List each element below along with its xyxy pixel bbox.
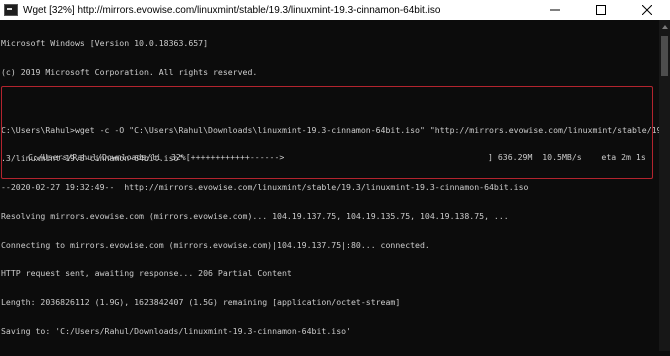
scrollbar-thumb[interactable] [661,36,668,76]
console-line: Connecting to mirrors.evowise.com (mirro… [1,240,430,250]
window-controls [532,0,670,20]
console-line: Resolving mirrors.evowise.com (mirrors.e… [1,211,509,221]
scroll-up-icon[interactable] [662,25,668,29]
console-output[interactable]: Microsoft Windows [Version 10.0.18363.65… [0,20,659,351]
vertical-scrollbar[interactable] [659,20,670,351]
window-title: Wget [32%] http://mirrors.evowise.com/li… [23,4,441,16]
maximize-button[interactable] [578,0,624,20]
minimize-icon [550,5,560,15]
close-icon [642,5,652,15]
console-line: --2020-02-27 19:32:49-- http://mirrors.e… [1,183,529,193]
console-line: Saving to: 'C:/Users/Rahul/Downloads/lin… [1,327,351,336]
console-line: Microsoft Windows [Version 10.0.18363.65… [1,39,209,49]
console-line: HTTP request sent, awaiting response... … [1,269,292,279]
cmd-icon[interactable] [4,4,18,16]
maximize-icon [596,5,606,15]
close-button[interactable] [624,0,670,20]
title-bar[interactable]: Wget [32%] http://mirrors.evowise.com/li… [0,0,670,20]
console-line: (c) 2019 Microsoft Corporation. All righ… [1,67,258,77]
console-window: Wget [32%] http://mirrors.evowise.com/li… [0,0,670,351]
console-line: Length: 2036826112 (1.9G), 1623842407 (1… [1,298,401,308]
minimize-button[interactable] [532,0,578,20]
highlight-box [1,86,653,179]
